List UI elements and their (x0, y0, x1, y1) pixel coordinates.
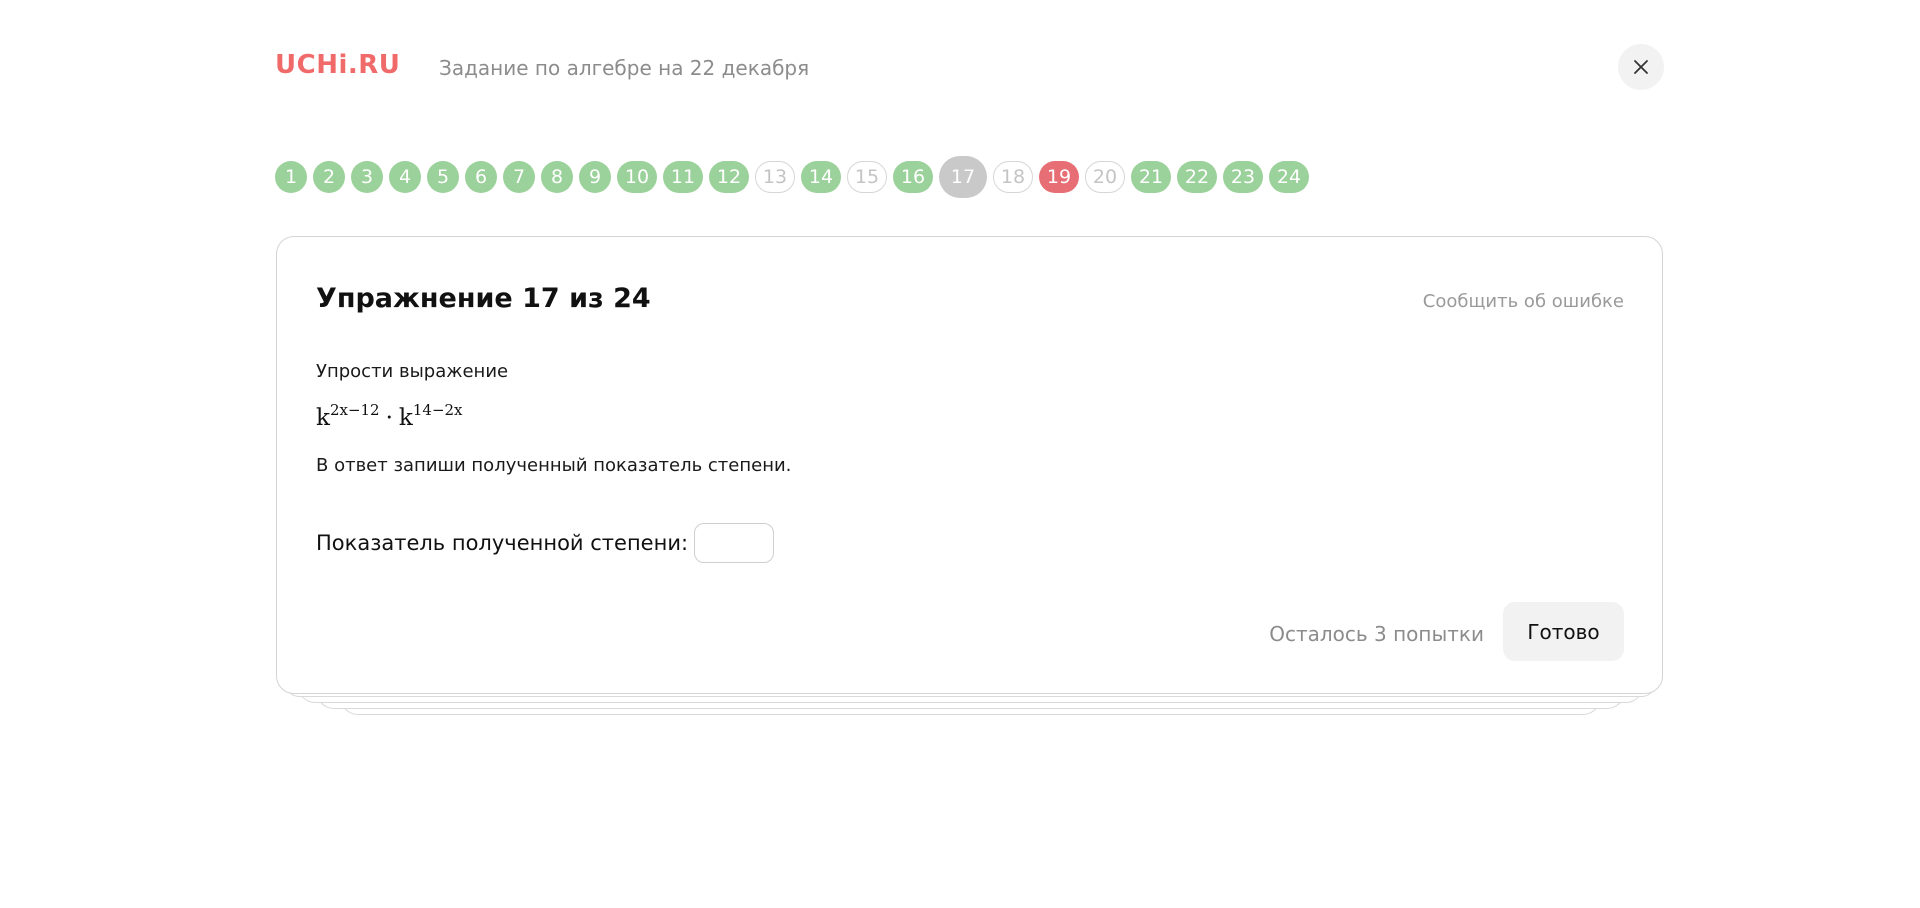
exercise-bubble[interactable]: 10 (617, 161, 657, 193)
assignment-title: Задание по алгебре на 22 декабря (439, 56, 810, 80)
exercise-bubble[interactable]: 22 (1177, 161, 1217, 193)
expression-base-2: k (398, 405, 413, 431)
answer-label: Показатель полученной степени: (316, 531, 689, 555)
expression-base-1: k (316, 405, 330, 431)
report-error-link[interactable]: Сообщить об ошибке (1423, 291, 1624, 312)
exercise-bubble[interactable]: 19 (1039, 161, 1079, 193)
exercise-bubble[interactable]: 7 (503, 161, 535, 193)
exercise-instruction: Упрости выражение (316, 361, 509, 382)
attempts-left: Осталось 3 попытки (1269, 622, 1484, 646)
close-button[interactable] (1618, 44, 1664, 90)
expression-exponent-1: 2x−12 (329, 401, 380, 419)
exercise-bubble[interactable]: 6 (465, 161, 497, 193)
close-icon (1634, 60, 1648, 74)
exercise-bubble[interactable]: 8 (541, 161, 573, 193)
exercise-bubble[interactable]: 23 (1223, 161, 1263, 193)
header: UCHi.RU Задание по алгебре на 22 декабря (275, 44, 1664, 92)
exercise-bubble[interactable]: 16 (893, 161, 933, 193)
exercise-bubble[interactable]: 12 (709, 161, 749, 193)
exercise-bubble[interactable]: 4 (389, 161, 421, 193)
exercise-bubble[interactable]: 11 (663, 161, 703, 193)
exercise-bubble[interactable]: 14 (801, 161, 841, 193)
exercise-bubble[interactable]: 17 (939, 156, 987, 198)
exercise-bubble[interactable]: 15 (847, 161, 887, 193)
expression-exponent-2: 14−2x (412, 401, 463, 419)
answer-row: Показатель полученной степени: (316, 523, 775, 563)
answer-input[interactable] (694, 523, 775, 563)
exercise-title: Упражнение 17 из 24 (316, 283, 651, 314)
exercise-bubble[interactable]: 5 (427, 161, 459, 193)
exercise-bubble[interactable]: 3 (351, 161, 383, 193)
done-button[interactable]: Готово (1503, 602, 1624, 661)
exercise-bubble[interactable]: 18 (993, 161, 1033, 193)
page: UCHi.RU Задание по алгебре на 22 декабря… (0, 0, 1920, 908)
exercise-card: Упражнение 17 из 24 Сообщить об ошибке У… (276, 236, 1663, 694)
exercise-bubble[interactable]: 9 (579, 161, 611, 193)
exercise-bubble[interactable]: 21 (1131, 161, 1171, 193)
exercise-bubble[interactable]: 24 (1269, 161, 1309, 193)
uchi-logo[interactable]: UCHi.RU (275, 50, 400, 80)
expression-operator: · (385, 405, 393, 431)
exercise-bubble[interactable]: 1 (275, 161, 307, 193)
answer-hint: В ответ запиши полученный показатель сте… (316, 455, 792, 476)
exercise-bubble[interactable]: 20 (1085, 161, 1125, 193)
math-expression: k2x−12 · k14−2x (316, 401, 463, 431)
exercise-bubble[interactable]: 2 (313, 161, 345, 193)
exercise-bubble[interactable]: 13 (755, 161, 795, 193)
exercise-progress: 1 2 3 4 5 6 7 8 9 10 11 12 13 14 15 16 17 18 19 20 21 22 23 24 (275, 156, 1309, 198)
